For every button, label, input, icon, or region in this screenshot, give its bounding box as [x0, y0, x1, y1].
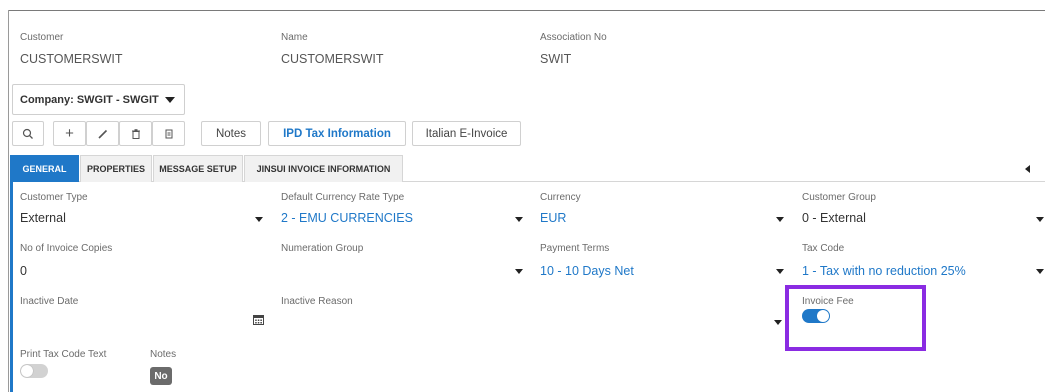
chevron-down-icon[interactable] [515, 269, 523, 274]
duplicate-icon [165, 129, 172, 138]
frame-top-border [8, 10, 1045, 11]
edit-button[interactable] [86, 121, 119, 146]
tax-code-label: Tax Code [802, 243, 845, 254]
chevron-down-icon[interactable] [776, 269, 784, 274]
default-currency-rate-type-select[interactable]: 2 - EMU CURRENCIES [281, 211, 413, 225]
tab-general[interactable]: GENERAL [10, 155, 79, 182]
search-button[interactable] [12, 121, 44, 146]
print-tax-code-text-toggle[interactable] [20, 364, 48, 378]
customer-group-label: Customer Group [802, 192, 876, 203]
chevron-left-icon[interactable] [1025, 165, 1030, 173]
header-name: Name CUSTOMERSWIT [281, 32, 384, 66]
currency-select[interactable]: EUR [540, 211, 566, 225]
header-customer-label: Customer [20, 32, 64, 43]
header-name-label: Name [281, 32, 308, 43]
no-of-invoice-copies-label: No of Invoice Copies [20, 243, 113, 254]
active-section-stripe [10, 182, 13, 392]
chevron-down-icon [164, 96, 175, 103]
chevron-down-icon[interactable] [1036, 269, 1044, 274]
delete-button[interactable] [119, 121, 152, 146]
notes-label: Notes [150, 349, 177, 360]
currency-label: Currency [540, 192, 581, 203]
ipd-tax-information-button[interactable]: IPD Tax Information [268, 121, 406, 146]
chevron-down-icon[interactable] [774, 320, 782, 325]
customer-type-select[interactable]: External [20, 211, 66, 225]
inactive-date-label: Inactive Date [20, 296, 79, 307]
header-name-value: CUSTOMERSWIT [281, 52, 384, 66]
toggle-knob [21, 365, 33, 377]
header-association-no-value: SWIT [540, 52, 572, 66]
default-currency-rate-type-label: Default Currency Rate Type [281, 192, 405, 203]
numeration-group-label: Numeration Group [281, 243, 364, 254]
highlight-box [785, 285, 926, 351]
chevron-down-icon[interactable] [515, 217, 523, 222]
customer-type-label: Customer Type [20, 192, 88, 203]
tab-jinsui-invoice-information[interactable]: JINSUI INVOICE INFORMATION [244, 155, 403, 182]
print-tax-code-text-label: Print Tax Code Text [20, 349, 107, 360]
tax-code-select[interactable]: 1 - Tax with no reduction 25% [802, 264, 966, 278]
no-of-invoice-copies-input[interactable]: 0 [20, 264, 27, 278]
customer-group-select[interactable]: 0 - External [802, 211, 866, 225]
chevron-down-icon[interactable] [255, 217, 263, 222]
notes-button[interactable]: Notes [201, 121, 261, 146]
header-association-no: Association No SWIT [540, 32, 607, 66]
add-button[interactable]: + [53, 121, 86, 146]
italian-e-invoice-button[interactable]: Italian E-Invoice [412, 121, 521, 146]
tab-properties[interactable]: PROPERTIES [80, 155, 152, 182]
calendar-icon[interactable] [253, 314, 264, 325]
duplicate-button[interactable] [152, 121, 185, 146]
header-association-no-label: Association No [540, 32, 607, 43]
add-icon: + [65, 125, 74, 142]
edit-icon [97, 129, 107, 139]
company-selector-label: Company: SWGIT - SWGIT [20, 93, 159, 106]
notes-value-badge[interactable]: No [150, 367, 172, 385]
frame-left-border [8, 10, 9, 392]
header-customer-value: CUSTOMERSWIT [20, 52, 123, 66]
search-icon [22, 128, 33, 139]
chevron-down-icon[interactable] [1036, 217, 1044, 222]
chevron-down-icon[interactable] [776, 217, 784, 222]
inactive-reason-label: Inactive Reason [281, 296, 353, 307]
delete-icon [131, 128, 140, 139]
header-customer: Customer CUSTOMERSWIT [20, 32, 123, 66]
tab-message-setup[interactable]: MESSAGE SETUP [153, 155, 243, 182]
payment-terms-label: Payment Terms [540, 243, 610, 254]
company-selector[interactable]: Company: SWGIT - SWGIT [12, 84, 185, 115]
payment-terms-select[interactable]: 10 - 10 Days Net [540, 264, 634, 278]
